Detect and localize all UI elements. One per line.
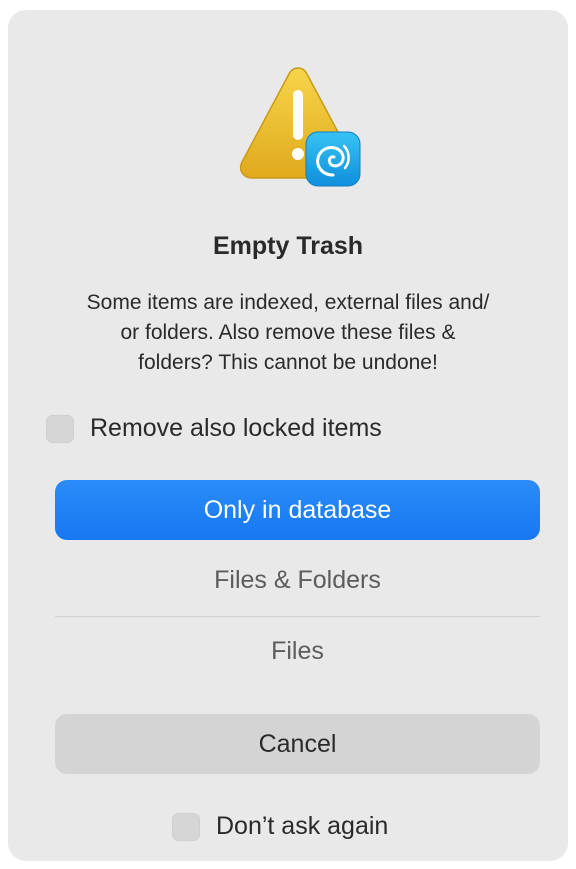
dont-ask-again-checkbox-row[interactable]: Don’t ask again (172, 812, 388, 841)
cancel-button[interactable]: Cancel (55, 714, 540, 774)
empty-trash-dialog: Empty Trash Some items are indexed, exte… (8, 10, 568, 861)
dont-ask-again-checkbox[interactable] (172, 812, 200, 841)
remove-locked-items-checkbox-row[interactable]: Remove also locked items (46, 414, 382, 443)
files-and-folders-button[interactable]: Files & Folders (55, 555, 540, 605)
remove-locked-items-checkbox[interactable] (46, 414, 74, 443)
button-divider (55, 616, 540, 617)
dialog-message: Some items are indexed, external files a… (86, 291, 490, 374)
dialog-icon (232, 62, 364, 192)
app-badge-shell-icon (305, 131, 361, 187)
files-button[interactable]: Files (55, 626, 540, 676)
warning-triangle-icon (239, 67, 361, 187)
only-in-database-button[interactable]: Only in database (55, 480, 540, 540)
dialog-title: Empty Trash (212, 232, 364, 260)
dont-ask-again-label: Don’t ask again (216, 812, 389, 840)
remove-locked-items-label: Remove also locked items (90, 414, 382, 442)
